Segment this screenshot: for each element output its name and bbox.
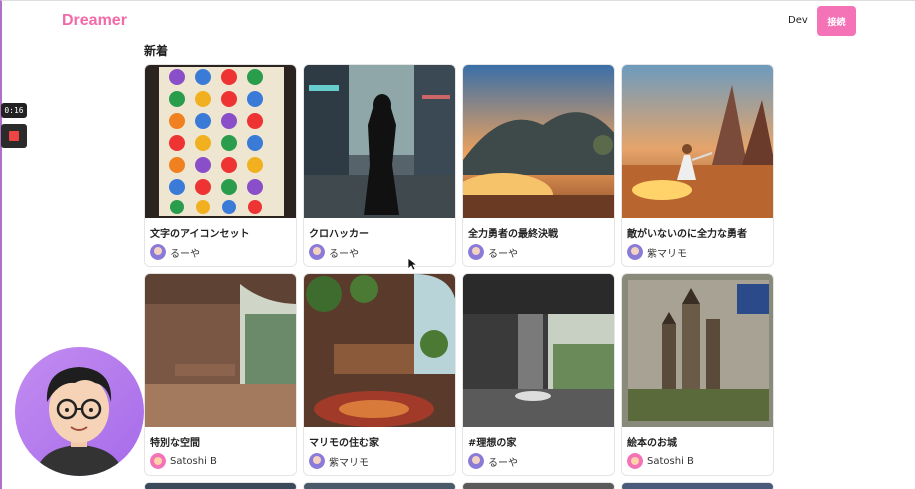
- author-name: 紫マリモ: [329, 457, 369, 469]
- letters-artwork-image: [145, 65, 296, 218]
- nav-dev-link[interactable]: Dev: [788, 15, 808, 26]
- image-card-partial[interactable]: [621, 482, 774, 489]
- author-avatar: [309, 244, 325, 260]
- card-title: #理想の家: [468, 438, 517, 449]
- author-name: Satoshi B: [170, 455, 217, 467]
- author-avatar: [627, 453, 643, 469]
- connect-button[interactable]: 接続: [817, 6, 856, 36]
- image-card[interactable]: 特別な空間 Satoshi B: [144, 273, 297, 476]
- author-avatar: [150, 453, 166, 469]
- recording-timer: 0:16: [1, 103, 27, 118]
- card-title: クロハッカー: [309, 229, 369, 240]
- card-thumbnail[interactable]: [304, 274, 455, 427]
- image-card-partial[interactable]: [303, 482, 456, 489]
- mouse-cursor-icon: [407, 257, 417, 271]
- card-thumbnail[interactable]: [304, 65, 455, 218]
- card-author[interactable]: 紫マリモ: [627, 244, 768, 260]
- image-card-partial[interactable]: [144, 482, 297, 489]
- card-author[interactable]: Satoshi B: [627, 453, 768, 469]
- card-thumbnail[interactable]: [145, 274, 296, 427]
- author-avatar: [309, 453, 325, 469]
- card-thumbnail[interactable]: [622, 274, 773, 427]
- room-artwork-image: [145, 274, 296, 427]
- author-name: るーや: [329, 248, 359, 260]
- card-author[interactable]: るーや: [309, 244, 450, 260]
- section-title: 新着: [144, 44, 169, 58]
- author-avatar: [468, 453, 484, 469]
- card-author[interactable]: るーや: [468, 244, 609, 260]
- image-card[interactable]: 文字のアイコンセット るーや: [144, 64, 297, 267]
- castle-artwork-image: [622, 274, 773, 427]
- author-name: るーや: [488, 457, 518, 469]
- webcam-avatar-overlay: [15, 347, 144, 476]
- card-thumbnail[interactable]: [463, 65, 614, 218]
- card-author[interactable]: るーや: [150, 244, 291, 260]
- avatar-illustration: [35, 367, 124, 476]
- image-card[interactable]: マリモの住む家 紫マリモ: [303, 273, 456, 476]
- image-grid: 文字のアイコンセット るーや クロハッカー るーや 全力勇者の最終決戦 るーや …: [144, 64, 776, 489]
- card-title: 絵本のお城: [627, 438, 677, 449]
- modern-house-artwork-image: [463, 274, 614, 427]
- card-title: 特別な空間: [150, 438, 200, 449]
- image-card-partial[interactable]: [462, 482, 615, 489]
- card-thumbnail[interactable]: [145, 65, 296, 218]
- app-logo[interactable]: Dreamer: [62, 12, 127, 30]
- card-title: 全力勇者の最終決戦: [468, 229, 558, 240]
- image-card[interactable]: 敵がいないのに全力な勇者 紫マリモ: [621, 64, 774, 267]
- author-avatar: [468, 244, 484, 260]
- card-title: マリモの住む家: [309, 438, 379, 449]
- card-author[interactable]: Satoshi B: [150, 453, 291, 469]
- card-author[interactable]: るーや: [468, 453, 609, 469]
- monster-artwork-image: [463, 65, 614, 218]
- author-name: るーや: [488, 248, 518, 260]
- hacker-artwork-image: [304, 65, 455, 218]
- stop-icon: [9, 131, 19, 141]
- author-name: Satoshi B: [647, 455, 694, 467]
- image-card[interactable]: 全力勇者の最終決戦 るーや: [462, 64, 615, 267]
- card-title: 文字のアイコンセット: [150, 229, 250, 240]
- kitchen-artwork-image: [304, 274, 455, 427]
- author-avatar: [150, 244, 166, 260]
- card-author[interactable]: 紫マリモ: [309, 453, 450, 469]
- image-card[interactable]: #理想の家 るーや: [462, 273, 615, 476]
- author-name: 紫マリモ: [647, 248, 687, 260]
- author-avatar: [627, 244, 643, 260]
- hero-artwork-image: [622, 65, 773, 218]
- card-title: 敵がいないのに全力な勇者: [627, 229, 747, 240]
- stop-recording-button[interactable]: [1, 124, 27, 148]
- card-thumbnail[interactable]: [622, 65, 773, 218]
- author-name: るーや: [170, 248, 200, 260]
- card-thumbnail[interactable]: [463, 274, 614, 427]
- image-card[interactable]: 絵本のお城 Satoshi B: [621, 273, 774, 476]
- image-card[interactable]: クロハッカー るーや: [303, 64, 456, 267]
